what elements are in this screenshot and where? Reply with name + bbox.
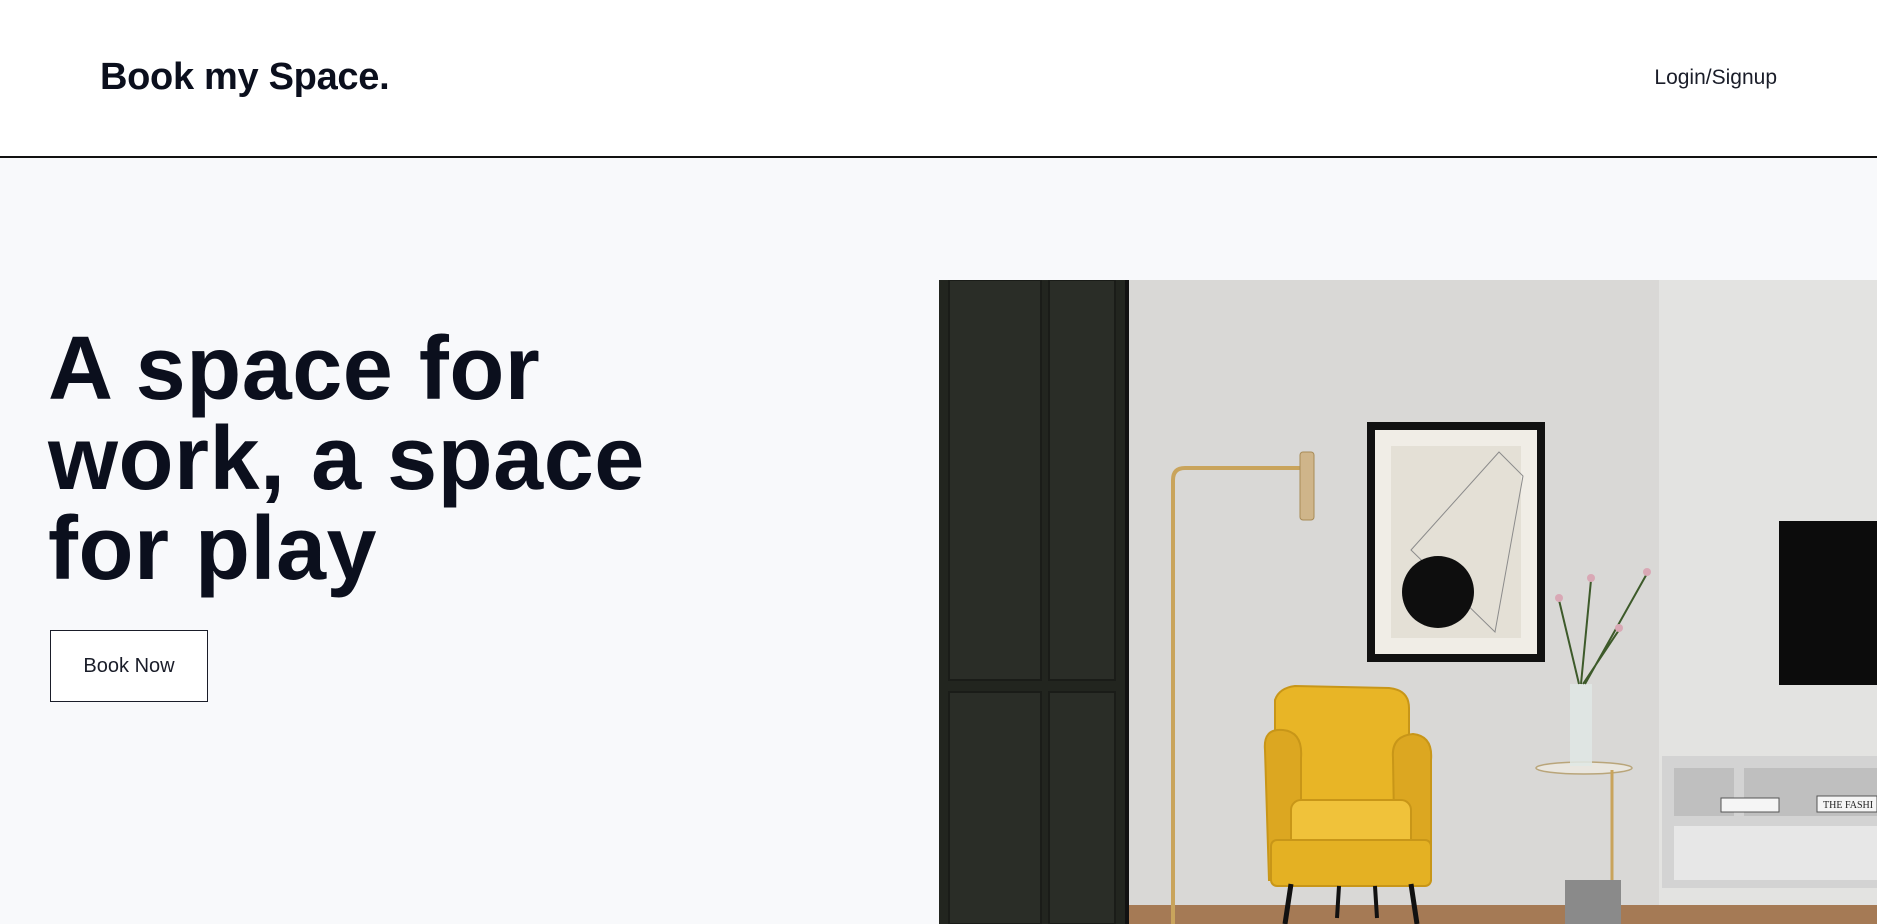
glass-vase xyxy=(1570,684,1592,766)
hero-room-image: THE FASHI xyxy=(939,280,1877,924)
brand-logo[interactable]: Book my Space. xyxy=(100,56,390,99)
room-illustration: THE FASHI xyxy=(939,280,1877,924)
book-spine-text: THE FASHI xyxy=(1823,800,1873,811)
site-header: Book my Space. Login/Signup xyxy=(0,0,1877,158)
television xyxy=(1779,521,1877,685)
book-now-button[interactable]: Book Now xyxy=(50,630,208,702)
hero-headline: A space for work, a space for play xyxy=(48,319,645,599)
wooden-floor xyxy=(1129,905,1877,924)
hero-section: A space for work, a space for play Book … xyxy=(0,160,1877,924)
login-signup-link[interactable]: Login/Signup xyxy=(1654,66,1777,90)
